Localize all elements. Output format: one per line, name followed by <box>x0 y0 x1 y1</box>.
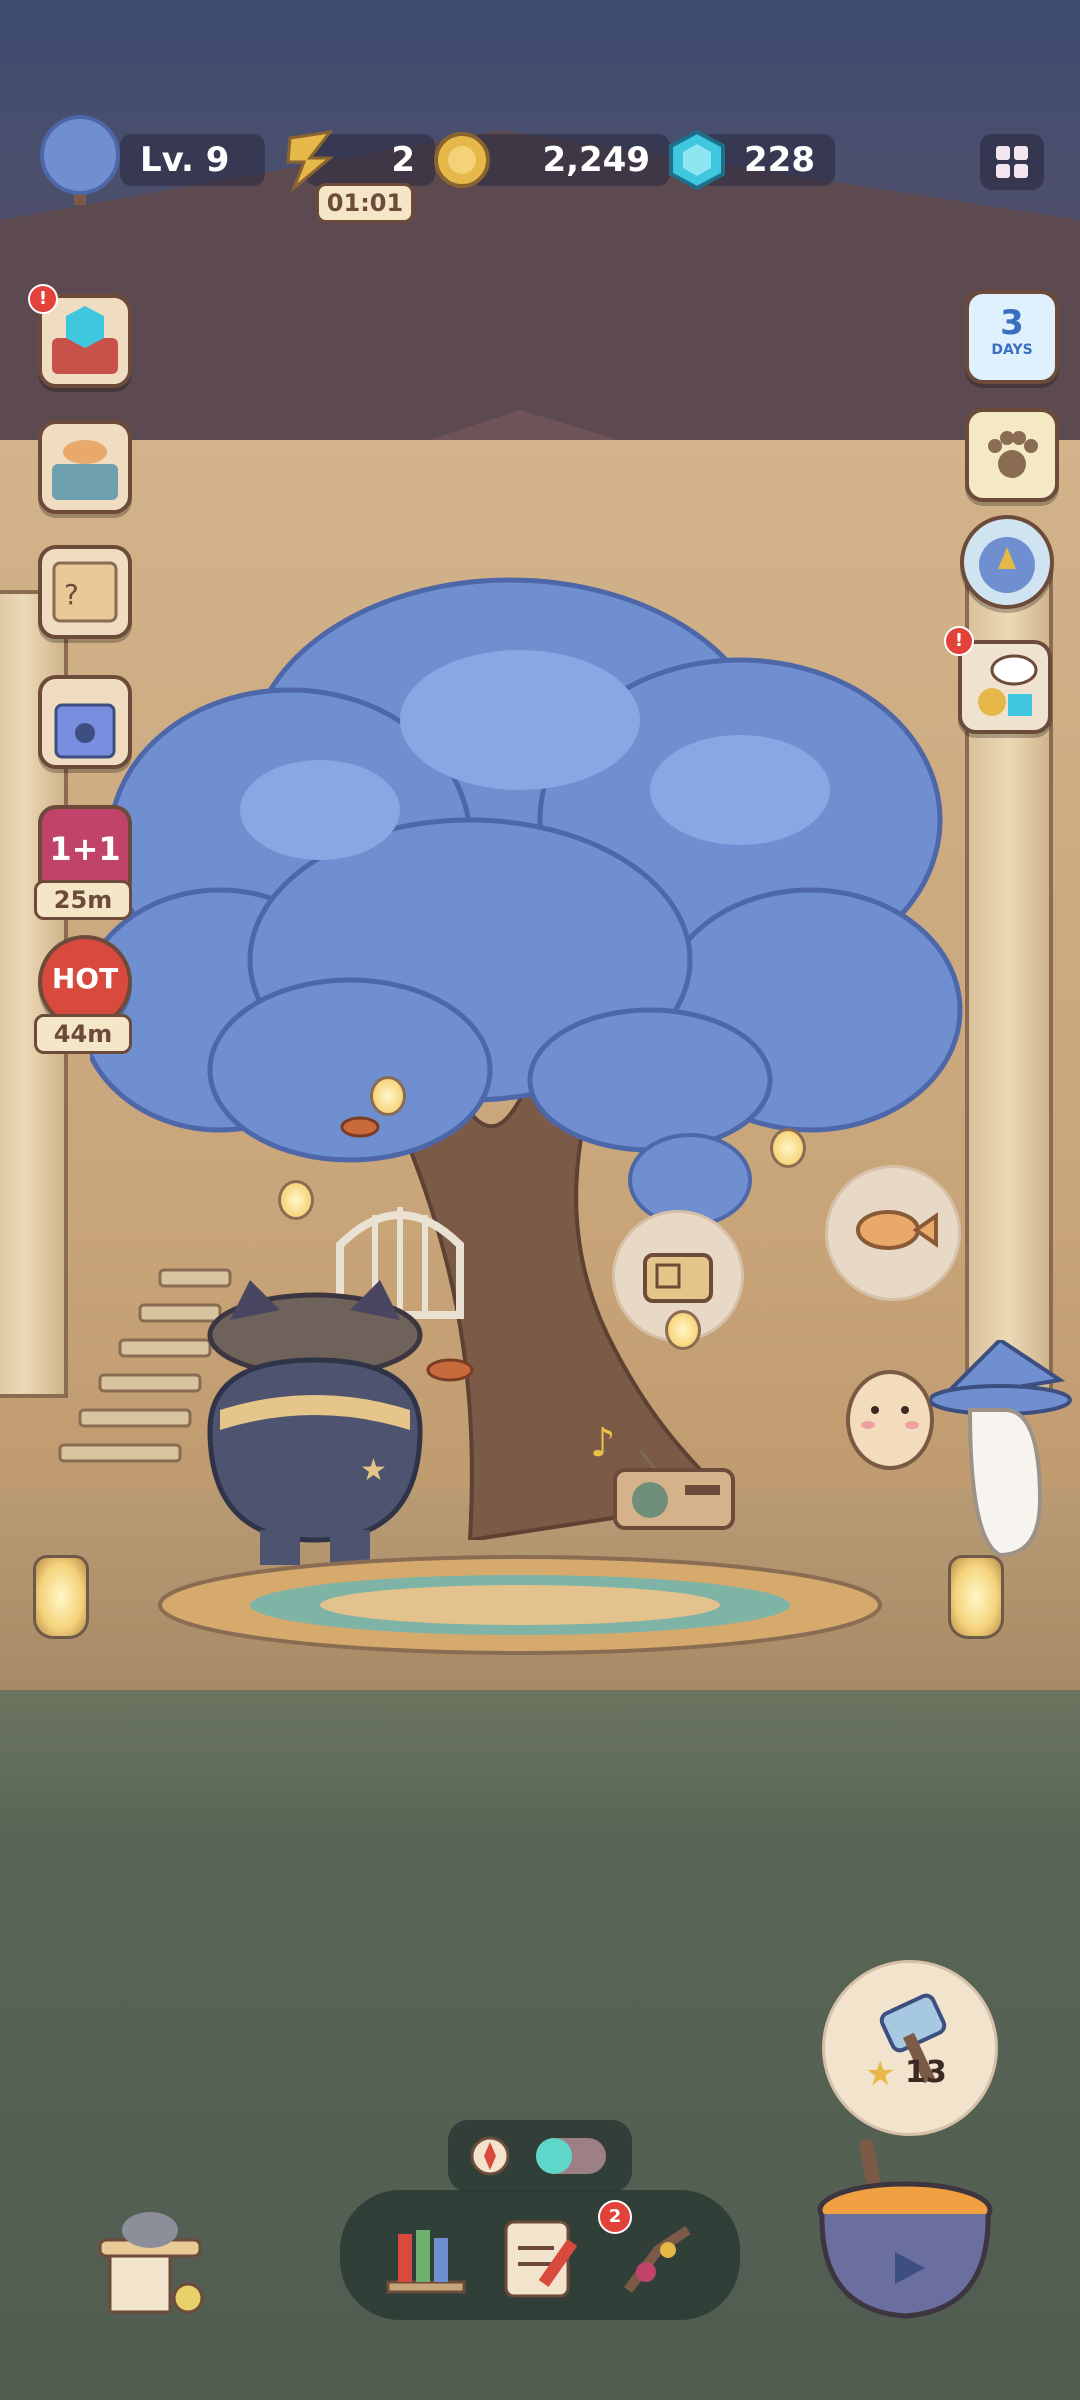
level-label: Lv. 9 <box>120 134 265 186</box>
fish-shop-button[interactable] <box>38 420 132 514</box>
svg-text:★: ★ <box>360 1453 387 1488</box>
calendar-days-number: 3 <box>1000 303 1024 343</box>
bulb <box>665 1310 701 1350</box>
offer-1plus1-label: 1+1 <box>49 830 121 868</box>
mode-toggle-switch[interactable] <box>536 2138 606 2174</box>
cat-tower-icon <box>98 2212 204 2314</box>
svg-text:★: ★ <box>865 2054 895 2094</box>
hanging-lantern <box>370 1076 406 1116</box>
crafting-cauldron-button[interactable] <box>800 2140 1010 2330</box>
menu-grid-button[interactable] <box>980 134 1044 190</box>
alert-badge-icon: ! <box>28 284 58 314</box>
chat-reward-button[interactable] <box>958 640 1052 734</box>
floor-radio[interactable] <box>610 1440 740 1530</box>
craft-star-count: 13 <box>905 2055 947 2090</box>
svg-text:?: ? <box>64 578 79 611</box>
music-note-icon: ♪ <box>590 1420 616 1466</box>
grid-icon <box>996 146 1028 178</box>
gift-bag-button[interactable] <box>38 675 132 769</box>
craft-hammer-bubble[interactable]: ★ 13 <box>822 1960 998 2136</box>
wizard-cat-character[interactable] <box>930 1340 1080 1565</box>
hamster-character[interactable] <box>840 1340 940 1470</box>
three-day-calendar-button[interactable]: 3 DAYS <box>965 290 1059 384</box>
compass-icon[interactable] <box>468 2134 512 2178</box>
hot-label: HOT <box>51 962 119 995</box>
paw-icon <box>988 431 1038 478</box>
mode-toggle-panel <box>448 2120 632 2192</box>
hammer-icon: ★ <box>865 1993 947 2094</box>
bottom-action-bar <box>340 2190 740 2320</box>
hanging-lantern <box>278 1180 314 1220</box>
cat-tower-button[interactable] <box>90 2190 210 2320</box>
gift-bag-icon <box>54 703 116 759</box>
round-rug <box>158 1555 882 1655</box>
event-orb-button[interactable] <box>960 515 1054 609</box>
floor-lantern-right <box>948 1555 1004 1639</box>
mystery-box-button[interactable]: ? <box>38 545 132 639</box>
tree-level-icon[interactable] <box>30 110 130 210</box>
quest-count-badge: 2 <box>598 2200 632 2234</box>
fish-thought-bubble[interactable] <box>825 1165 961 1301</box>
crystal-ball-icon <box>979 537 1035 593</box>
chat-bubble-icon <box>978 654 1038 716</box>
floor-lantern-left <box>33 1555 89 1639</box>
gem-chest-icon <box>52 306 118 374</box>
coin-icon[interactable] <box>430 128 494 192</box>
paw-calendar-button[interactable] <box>965 408 1059 502</box>
hot-offer-timer: 44m <box>34 1014 132 1054</box>
clipboard-quest-icon[interactable] <box>492 2208 588 2304</box>
mystery-box-icon: ? <box>52 561 118 623</box>
hanging-lantern <box>770 1128 806 1168</box>
alert-badge-icon: ! <box>944 626 974 656</box>
energy-timer: 01:01 <box>316 183 414 223</box>
cauldron-cat[interactable]: ★ <box>190 1270 440 1590</box>
fish-basket-icon <box>52 440 118 500</box>
coin-count: 2,249 <box>470 134 670 186</box>
toggle-knob <box>536 2138 572 2174</box>
calendar-days-label: DAYS <box>991 342 1033 358</box>
bookshelf-icon[interactable] <box>378 2212 474 2302</box>
gem-icon[interactable] <box>665 128 729 192</box>
fish-cookie-icon <box>856 1210 938 1250</box>
offer-1plus1-timer: 25m <box>34 880 132 920</box>
